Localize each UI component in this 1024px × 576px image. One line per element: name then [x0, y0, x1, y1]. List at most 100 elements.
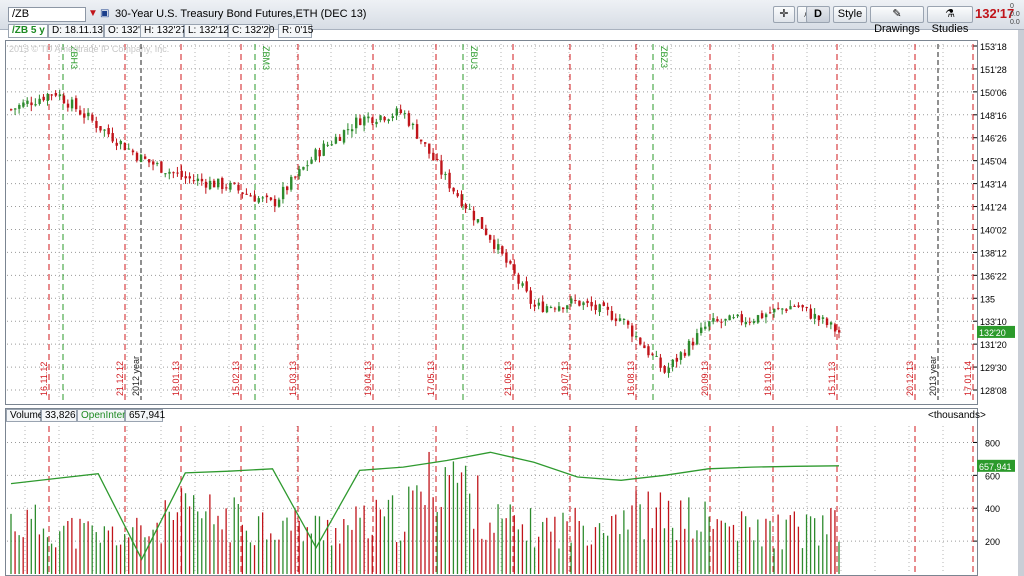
ohlc-bar: /ZB 5 y D D: 18.11.13 O: 132'17 H: 132'2… — [8, 24, 978, 40]
candle-body — [322, 143, 325, 156]
oi-current-label: 657,941 — [979, 462, 1012, 472]
candle-body — [444, 174, 447, 176]
candle-body — [428, 143, 431, 154]
candle-body — [574, 299, 577, 301]
candle-body — [168, 171, 171, 174]
candle-body — [675, 357, 679, 362]
candle-body — [79, 110, 82, 115]
candle-body — [334, 136, 338, 144]
candle-body — [346, 129, 350, 131]
candle-body — [338, 136, 342, 141]
candle-body — [403, 113, 407, 115]
candle-body — [484, 228, 488, 235]
volume-value: 33,826 — [41, 409, 77, 422]
price-axis-label: 131'20 — [980, 340, 1007, 350]
units-label: <thousands> — [928, 410, 986, 421]
oi-label: OpenInterest — [77, 409, 139, 422]
candle-body — [229, 182, 232, 190]
price-axis-label: 136'22 — [980, 271, 1007, 281]
candle-body — [253, 195, 256, 202]
candle-body — [127, 148, 131, 150]
candle-body — [773, 308, 776, 313]
price-axis-label: 143'14 — [980, 180, 1007, 190]
candle-body — [452, 187, 455, 192]
candle-body — [549, 307, 553, 309]
candle-body — [695, 333, 699, 345]
candle-body — [318, 150, 321, 157]
candle-body — [720, 321, 723, 323]
candle-body — [257, 198, 260, 203]
candle-body — [277, 199, 281, 207]
symbol-period[interactable]: /ZB 5 y D — [8, 24, 55, 38]
crosshair-button[interactable]: ✛ — [773, 6, 795, 23]
candle-body — [456, 193, 459, 197]
date-marker-label: 17.01.14 — [963, 361, 973, 396]
candle-body — [440, 160, 443, 175]
candle-body — [829, 322, 833, 325]
candle-body — [18, 105, 21, 109]
symbol-input[interactable]: /ZB — [8, 7, 86, 22]
drawings-button[interactable]: ✎ Drawings — [870, 6, 924, 35]
candle-body — [70, 99, 74, 109]
candle-body — [95, 120, 98, 128]
mini-value: 0.0 — [1010, 11, 1020, 18]
candle-body — [813, 313, 817, 319]
symbol-menu-icon[interactable]: ▼ — [88, 8, 98, 20]
contract-marker-label: ZBM3 — [261, 46, 271, 70]
candle-body — [488, 235, 492, 240]
candle-body — [493, 239, 496, 249]
candle-body — [797, 305, 800, 307]
candle-body — [237, 184, 240, 191]
aggregation-button[interactable]: D — [806, 6, 830, 23]
studies-button[interactable]: ⚗ Studies — [927, 6, 973, 35]
candle-body — [777, 307, 780, 309]
price-chart[interactable]: 153'18 151'28 150'06 148'16 146'26 145'04 143'… — [5, 40, 1018, 405]
ohlc-close: C: 132'20 — [228, 24, 275, 38]
candle-body — [26, 100, 29, 104]
candle-body — [744, 321, 748, 325]
candle-body — [825, 318, 829, 326]
date-marker-label: 15.02.13 — [231, 361, 241, 396]
price-axis-label: 140'02 — [980, 225, 1007, 235]
candle-body — [760, 313, 764, 319]
candle-body — [505, 252, 508, 263]
candle-body — [148, 159, 151, 163]
volume-header: Volume 33,826 OpenInterest 657,941 — [6, 409, 976, 423]
candle-body — [184, 176, 187, 179]
candle-body — [626, 321, 630, 325]
candle-body — [801, 305, 804, 308]
candle-body — [602, 302, 605, 306]
instrument-title: 30-Year U.S. Treasury Bond Futures,ETH (… — [115, 8, 367, 20]
candle-body — [298, 169, 301, 177]
candle-body — [736, 314, 739, 317]
candle-body — [497, 244, 500, 250]
contract-marker-label: ZBZ3 — [659, 46, 669, 68]
candle-body — [371, 117, 374, 124]
date-marker-label: 15.03.13 — [288, 361, 298, 396]
candle-body — [541, 301, 545, 312]
candle-body — [529, 290, 532, 304]
candle-body — [517, 274, 520, 284]
candle-body — [415, 124, 419, 139]
candle-body — [712, 318, 715, 322]
candle-body — [22, 102, 25, 107]
candle-body — [115, 142, 118, 146]
candle-body — [221, 178, 224, 190]
candle-body — [99, 126, 102, 131]
candle-body — [805, 306, 808, 308]
link-icon[interactable]: ▣ — [100, 8, 109, 20]
volume-axis-label: 400 — [985, 504, 1000, 514]
candle-body — [294, 176, 297, 178]
studies-icon: ⚗ — [945, 8, 955, 20]
candle-body — [107, 128, 110, 135]
candle-body — [586, 300, 589, 304]
right-scroll-strip[interactable] — [1018, 30, 1024, 576]
style-button[interactable]: Style — [833, 6, 867, 23]
candle-body — [411, 123, 415, 126]
volume-chart[interactable]: 800 600 400 200 657,941 — [5, 408, 1018, 576]
candle-body — [448, 172, 451, 189]
candle-body — [618, 318, 622, 321]
year-marker-label: 2012 year — [131, 356, 141, 396]
candle-body — [769, 312, 772, 314]
candle-body — [139, 154, 143, 163]
